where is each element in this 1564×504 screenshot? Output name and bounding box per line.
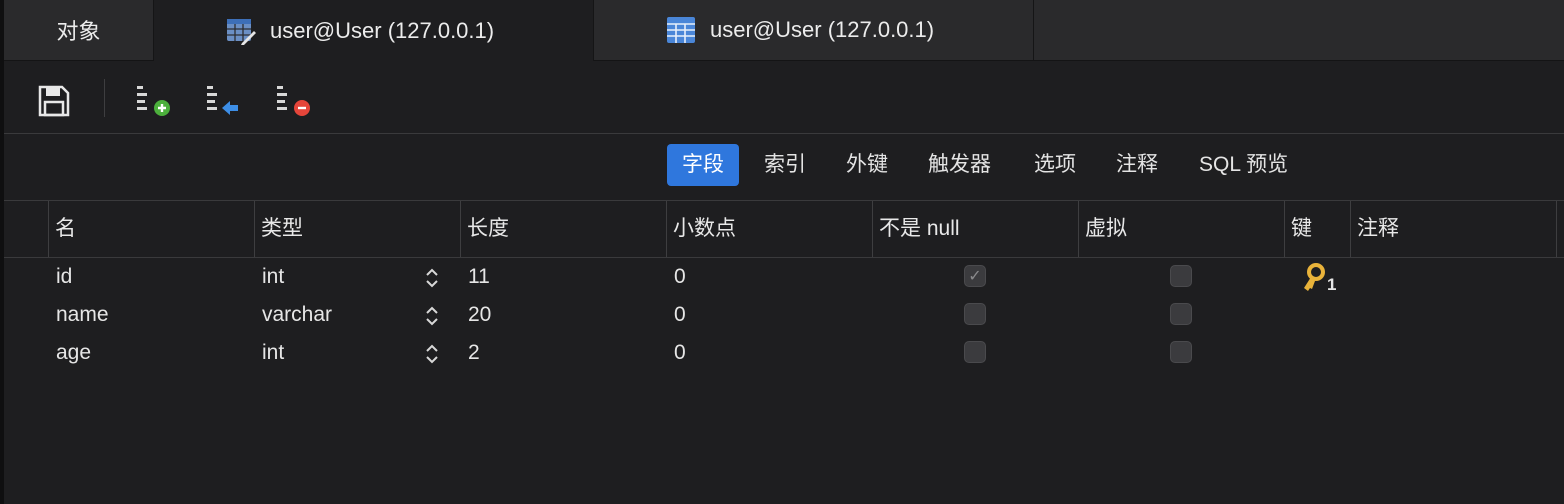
field-type[interactable]: int bbox=[262, 258, 284, 296]
insert-field-button[interactable] bbox=[204, 81, 244, 121]
virtual-checkbox[interactable] bbox=[1170, 265, 1192, 287]
column-header-comment[interactable]: 注释 bbox=[1350, 201, 1556, 257]
column-header-decimals[interactable]: 小数点 bbox=[666, 201, 872, 257]
table-icon bbox=[667, 17, 695, 43]
add-field-button[interactable] bbox=[134, 81, 174, 121]
field-name[interactable]: age bbox=[56, 334, 91, 372]
not-null-checkbox[interactable] bbox=[964, 303, 986, 325]
tab-label: user@User (127.0.0.1) bbox=[270, 17, 495, 43]
field-name[interactable]: id bbox=[56, 258, 72, 296]
check-icon: ✓ bbox=[968, 268, 982, 285]
delete-field-icon bbox=[277, 86, 310, 116]
column-header-end bbox=[1556, 201, 1564, 257]
virtual-checkbox[interactable] bbox=[1170, 341, 1192, 363]
tab-label: 对象 bbox=[56, 19, 101, 44]
insert-field-icon bbox=[207, 86, 238, 115]
table-edit-icon bbox=[227, 18, 256, 45]
tab-bar: 对象 user@User (127.0.0.1) user@User (127.… bbox=[4, 0, 1564, 61]
add-field-icon bbox=[137, 86, 170, 116]
tab-table-design[interactable]: user@User (127.0.0.1) bbox=[154, 0, 594, 61]
field-decimals[interactable]: 0 bbox=[674, 258, 686, 296]
column-header-virtual[interactable]: 虚拟 bbox=[1078, 201, 1284, 257]
grid-header: 名 类型 长度 小数点 不是 null 虚拟 键 注释 bbox=[4, 201, 1564, 258]
toolbar bbox=[4, 61, 1564, 134]
tab-label: user@User (127.0.0.1) bbox=[710, 17, 935, 42]
subtab-comment[interactable]: 注释 bbox=[1101, 144, 1173, 186]
field-type[interactable]: varchar bbox=[262, 296, 332, 334]
column-header-name[interactable]: 名 bbox=[48, 201, 254, 257]
subtab-foreign-keys[interactable]: 外键 bbox=[831, 144, 903, 186]
field-type[interactable]: int bbox=[262, 334, 284, 372]
field-length[interactable]: 2 bbox=[468, 334, 480, 372]
virtual-checkbox[interactable] bbox=[1170, 303, 1192, 325]
field-decimals[interactable]: 0 bbox=[674, 296, 686, 334]
table-row[interactable]: age int 2 0 bbox=[4, 334, 1564, 372]
field-length[interactable]: 11 bbox=[468, 258, 490, 296]
tab-table-data[interactable]: user@User (127.0.0.1) bbox=[594, 0, 1034, 60]
field-decimals[interactable]: 0 bbox=[674, 334, 686, 372]
subtab-triggers[interactable]: 触发器 bbox=[913, 144, 1006, 186]
field-name[interactable]: name bbox=[56, 296, 109, 334]
save-button[interactable] bbox=[34, 81, 74, 121]
save-icon bbox=[38, 85, 70, 117]
not-null-checkbox[interactable] bbox=[964, 341, 986, 363]
type-stepper-icon[interactable] bbox=[425, 267, 439, 289]
column-header-key[interactable]: 键 bbox=[1284, 201, 1350, 257]
tab-objects[interactable]: 对象 bbox=[4, 0, 154, 60]
not-null-checkbox[interactable]: ✓ bbox=[964, 265, 986, 287]
type-stepper-icon[interactable] bbox=[425, 343, 439, 365]
subtab-indexes[interactable]: 索引 bbox=[749, 144, 821, 186]
toolbar-separator bbox=[104, 79, 105, 117]
column-header-type[interactable]: 类型 bbox=[254, 201, 460, 257]
table-row[interactable]: name varchar 20 0 bbox=[4, 296, 1564, 334]
subtab-options[interactable]: 选项 bbox=[1019, 144, 1091, 186]
type-stepper-icon[interactable] bbox=[425, 305, 439, 327]
column-header-not-null[interactable]: 不是 null bbox=[872, 201, 1078, 257]
delete-field-button[interactable] bbox=[274, 81, 314, 121]
table-row[interactable]: id int 11 0 ✓ 1 bbox=[4, 258, 1564, 296]
column-header-length[interactable]: 长度 bbox=[460, 201, 666, 257]
subtab-sql-preview[interactable]: SQL 预览 bbox=[1184, 144, 1303, 186]
design-subtabs: 字段 索引 外键 触发器 选项 注释 SQL 预览 bbox=[4, 134, 1564, 201]
field-length[interactable]: 20 bbox=[468, 296, 491, 334]
subtab-fields[interactable]: 字段 bbox=[667, 144, 739, 186]
